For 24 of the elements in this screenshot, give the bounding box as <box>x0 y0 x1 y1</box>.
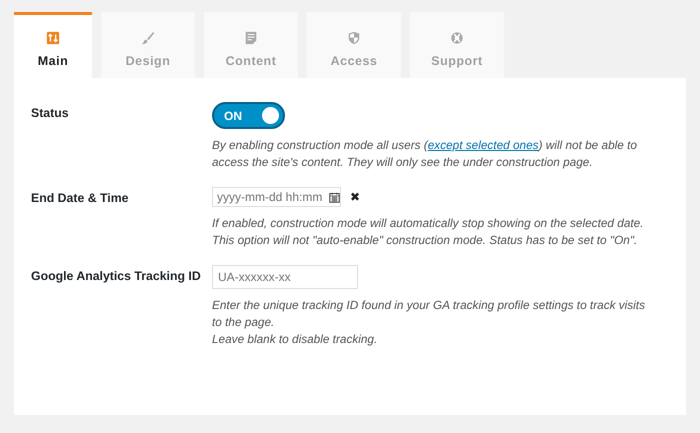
description-text: Leave blank to disable tracking. <box>212 331 378 348</box>
tab[interactable]: Support <box>410 12 504 78</box>
arrows-icon <box>46 31 60 45</box>
tracking-id-field[interactable]: UA-xxxxxx-xx <box>212 265 358 289</box>
lifebuoy-icon <box>450 31 464 45</box>
setting-label: Status <box>31 105 70 120</box>
except-selected-link[interactable]: except selected ones <box>428 138 539 152</box>
description-text: This option will not "auto-enable" construction mode. Status has to be set to "On". <box>212 232 638 249</box>
setting-label: Google Analytics Tracking ID <box>31 268 202 283</box>
setting-label: End Date & Time <box>31 190 130 205</box>
tab[interactable]: Access <box>307 12 401 78</box>
brush-icon <box>141 31 155 45</box>
calendar-icon[interactable] <box>329 190 340 204</box>
date-time-field[interactable]: yyyy-mm-dd hh:mm <box>212 187 341 207</box>
description-text: Enter the unique tracking ID found in your GA tracking profile settings to track visits to the page. <box>212 297 646 331</box>
shield-icon <box>347 31 361 45</box>
description-text: By enabling construction mode all users (except selected ones) will not be able to access the site's content. They will only see the under construction page. <box>212 137 638 171</box>
status-toggle[interactable]: ON <box>212 102 285 129</box>
tab[interactable]: Design <box>101 12 195 78</box>
description-text: If enabled, construction mode will automatically stop showing on the selected date. <box>212 215 644 232</box>
tab[interactable]: Main <box>14 12 92 78</box>
document-icon <box>244 31 258 45</box>
tab[interactable]: Content <box>204 12 298 78</box>
clear-button[interactable]: ✖ <box>350 190 360 204</box>
